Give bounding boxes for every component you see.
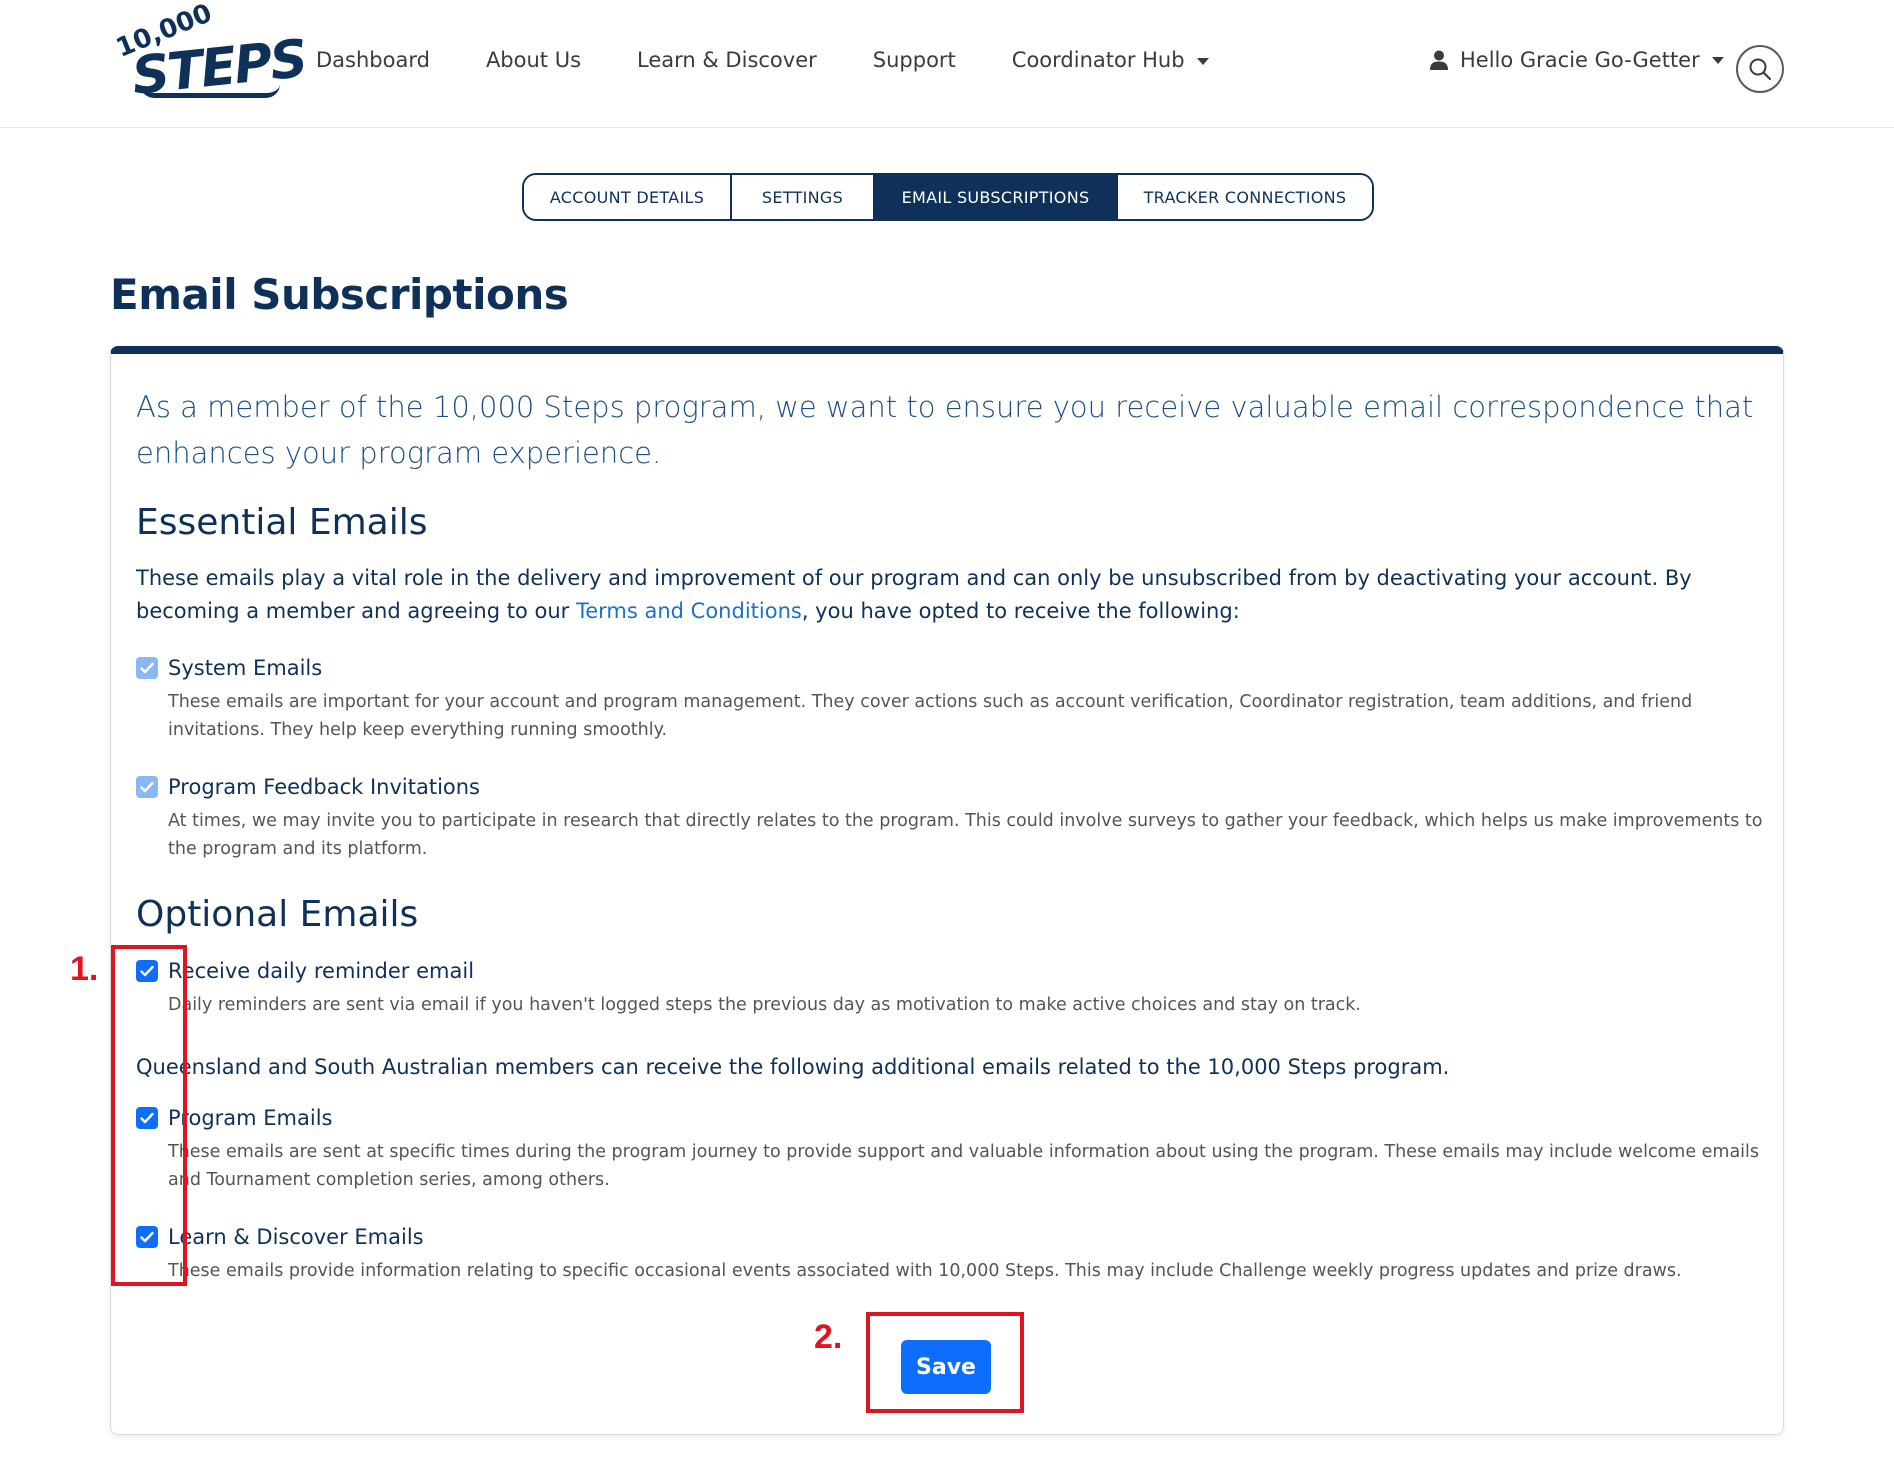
program-emails-label[interactable]: Program Emails [168, 1106, 332, 1130]
program-feedback-label: Program Feedback Invitations [168, 775, 480, 799]
annotation-label-2: 2. [814, 1318, 843, 1356]
tab-account-details[interactable]: ACCOUNT DETAILS [524, 175, 732, 219]
annotation-box-save [866, 1312, 1024, 1413]
main-nav: Dashboard About Us Learn & Discover Supp… [316, 48, 1265, 72]
checkmark-icon [140, 781, 154, 793]
account-tabs: ACCOUNT DETAILS SETTINGS EMAIL SUBSCRIPT… [522, 173, 1374, 221]
system-emails-checkbox [136, 657, 158, 679]
essential-text-end: , you have opted to receive the followin… [801, 599, 1240, 623]
nav-about-us[interactable]: About Us [486, 48, 581, 72]
daily-reminder-description: Daily reminders are sent via email if yo… [168, 995, 1361, 1015]
learn-discover-emails-label[interactable]: Learn & Discover Emails [168, 1225, 424, 1249]
optional-emails-heading: Optional Emails [136, 894, 419, 935]
top-navbar: 10,000 STEPS Dashboard About Us Learn & … [0, 0, 1894, 128]
search-button[interactable] [1736, 45, 1784, 93]
nav-learn-discover[interactable]: Learn & Discover [637, 48, 817, 72]
program-feedback-description: At times, we may invite you to participa… [168, 811, 1763, 859]
daily-reminder-label[interactable]: Receive daily reminder email [168, 959, 474, 983]
search-icon [1749, 58, 1772, 81]
tab-email-subscriptions[interactable]: EMAIL SUBSCRIPTIONS [875, 175, 1118, 219]
tab-settings[interactable]: SETTINGS [732, 175, 875, 219]
annotation-box-checkboxes [111, 945, 187, 1286]
user-menu[interactable]: Hello Gracie Go-Getter [1430, 48, 1724, 72]
email-subscriptions-card: As a member of the 10,000 Steps program,… [110, 346, 1784, 1435]
essential-emails-heading: Essential Emails [136, 502, 428, 543]
program-feedback-checkbox [136, 776, 158, 798]
nav-dashboard[interactable]: Dashboard [316, 48, 430, 72]
essential-emails-text: These emails play a vital role in the de… [136, 562, 1756, 628]
10000-steps-logo[interactable]: 10,000 STEPS [110, 0, 309, 107]
user-icon [1430, 50, 1448, 70]
annotation-label-1: 1. [70, 950, 99, 988]
nav-coordinator-hub[interactable]: Coordinator Hub [1012, 48, 1209, 72]
daily-reminder-option: Receive daily reminder email Daily remin… [136, 959, 1766, 1019]
user-greeting: Hello Gracie Go-Getter [1460, 48, 1700, 72]
tab-tracker-connections[interactable]: TRACKER CONNECTIONS [1118, 175, 1372, 219]
terms-and-conditions-link[interactable]: Terms and Conditions [576, 599, 802, 623]
learn-discover-emails-description: These emails provide information relatin… [168, 1261, 1682, 1281]
system-emails-label: System Emails [168, 656, 323, 680]
nav-support[interactable]: Support [873, 48, 956, 72]
chevron-down-icon [1196, 57, 1209, 65]
program-emails-option: Program Emails These emails are sent at … [136, 1106, 1766, 1194]
program-emails-description: These emails are sent at specific times … [168, 1142, 1760, 1190]
intro-text: As a member of the 10,000 Steps program,… [136, 390, 1754, 470]
nav-coordinator-hub-label: Coordinator Hub [1011, 48, 1185, 72]
page-title: Email Subscriptions [110, 270, 569, 319]
system-emails-description: These emails are important for your acco… [168, 692, 1693, 740]
system-emails-option: System Emails These emails are important… [136, 656, 1766, 744]
checkmark-icon [140, 662, 154, 674]
learn-discover-emails-option: Learn & Discover Emails These emails pro… [136, 1225, 1766, 1285]
regional-note: Queensland and South Australian members … [136, 1055, 1450, 1079]
chevron-down-icon [1711, 56, 1724, 64]
logo-swoosh [140, 84, 280, 98]
program-feedback-option: Program Feedback Invitations At times, w… [136, 775, 1766, 863]
